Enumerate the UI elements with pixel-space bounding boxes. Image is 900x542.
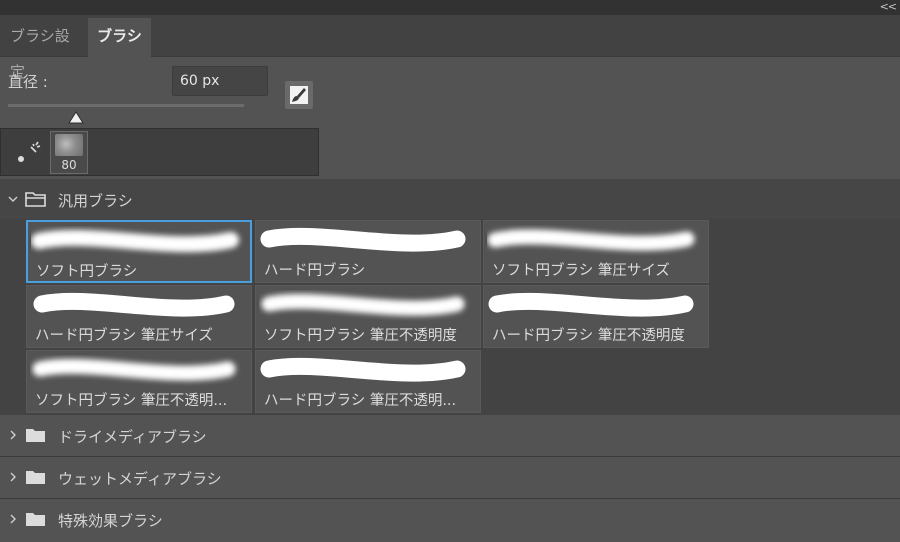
brush-group-dry-media[interactable]: ドライメディアブラシ <box>0 415 900 455</box>
soft-stroke-preview <box>261 293 465 316</box>
panel-top-bar: << <box>0 0 900 15</box>
brush-name: ソフト円ブラシ <box>36 264 138 280</box>
panel-tab-bar: ブラシ設定 ブラシ <box>0 15 900 81</box>
brush-name: ソフト円ブラシ 筆圧不透明... <box>35 393 228 409</box>
collapse-panel-button[interactable]: << <box>880 0 897 13</box>
recent-brush-size: 80 <box>61 158 77 172</box>
brush-group-wet-media[interactable]: ウェットメディアブラシ <box>0 457 900 497</box>
brush-grid: ソフト円ブラシ ハード円ブラシ ソフト円ブラシ 筆圧サイズ ハード円ブラシ 筆圧… <box>0 219 900 415</box>
brush-name: ハード円ブラシ 筆圧不透明度 <box>492 328 685 344</box>
recent-brush-presets: 80 <box>0 128 319 176</box>
hard-stroke-preview <box>260 227 466 252</box>
brush-preset-hard-round-pressure-opacity[interactable]: ハード円ブラシ 筆圧不透明度 <box>483 285 709 348</box>
soft-stroke-preview <box>32 358 236 381</box>
chevron-right-icon[interactable] <box>6 428 20 442</box>
recent-brush-preset[interactable]: 80 <box>50 131 88 174</box>
folder-icon <box>26 471 45 484</box>
brush-settings-button[interactable] <box>285 81 313 109</box>
brush-group-label: 汎用ブラシ <box>58 192 133 210</box>
brush-preset-soft-round-pressure-opacity-2[interactable]: ソフト円ブラシ 筆圧不透明... <box>26 350 252 413</box>
chevron-down-icon[interactable] <box>6 192 20 206</box>
hard-stroke-preview <box>260 357 466 382</box>
diameter-input[interactable] <box>172 66 268 96</box>
brush-name: ハード円ブラシ 筆圧不透明... <box>264 393 457 409</box>
brush-texture-thumbnail <box>55 134 83 156</box>
brush-group-general[interactable]: 汎用ブラシ <box>0 179 900 219</box>
folder-icon <box>26 429 45 442</box>
brush-preset-soft-round-pressure-size[interactable]: ソフト円ブラシ 筆圧サイズ <box>483 220 709 283</box>
brush-group-label: ドライメディアブラシ <box>58 428 207 446</box>
folder-open-icon <box>25 192 46 207</box>
folder-icon <box>26 513 45 526</box>
brush-preset-hard-round-pressure-size[interactable]: ハード円ブラシ 筆圧サイズ <box>26 285 252 348</box>
brush-name: ソフト円ブラシ 筆圧サイズ <box>492 263 670 279</box>
chevron-right-icon[interactable] <box>6 512 20 526</box>
brush-preset-hard-round-pressure-opacity-2[interactable]: ハード円ブラシ 筆圧不透明... <box>255 350 481 413</box>
brush-group-label: ウェットメディアブラシ <box>58 470 222 488</box>
brush-name: ハード円ブラシ <box>264 263 366 279</box>
hard-stroke-preview <box>488 292 694 317</box>
brush-name: ハード円ブラシ 筆圧サイズ <box>35 328 213 344</box>
brush-preset-tool-icon[interactable] <box>9 133 47 173</box>
brush-preset-hard-round[interactable]: ハード円ブラシ <box>255 220 481 283</box>
diameter-label: 直径 : <box>8 73 48 91</box>
brush-icon <box>290 86 308 104</box>
chevron-right-icon[interactable] <box>6 470 20 484</box>
brush-group-special-effects[interactable]: 特殊効果ブラシ <box>0 499 900 539</box>
soft-stroke-preview <box>487 229 695 251</box>
diameter-slider-thumb[interactable] <box>68 111 84 125</box>
brush-preset-soft-round-pressure-opacity[interactable]: ソフト円ブラシ 筆圧不透明度 <box>255 285 481 348</box>
soft-stroke-preview <box>31 229 239 253</box>
brush-group-label: 特殊効果ブラシ <box>58 512 163 530</box>
hard-stroke-preview <box>33 292 235 317</box>
brush-name: ソフト円ブラシ 筆圧不透明度 <box>264 328 457 344</box>
tab-brush-settings[interactable]: ブラシ設定 <box>0 18 87 81</box>
brush-preset-soft-round[interactable]: ソフト円ブラシ <box>26 220 252 283</box>
diameter-slider-track[interactable] <box>8 104 244 107</box>
tab-brushes[interactable]: ブラシ <box>88 18 151 57</box>
